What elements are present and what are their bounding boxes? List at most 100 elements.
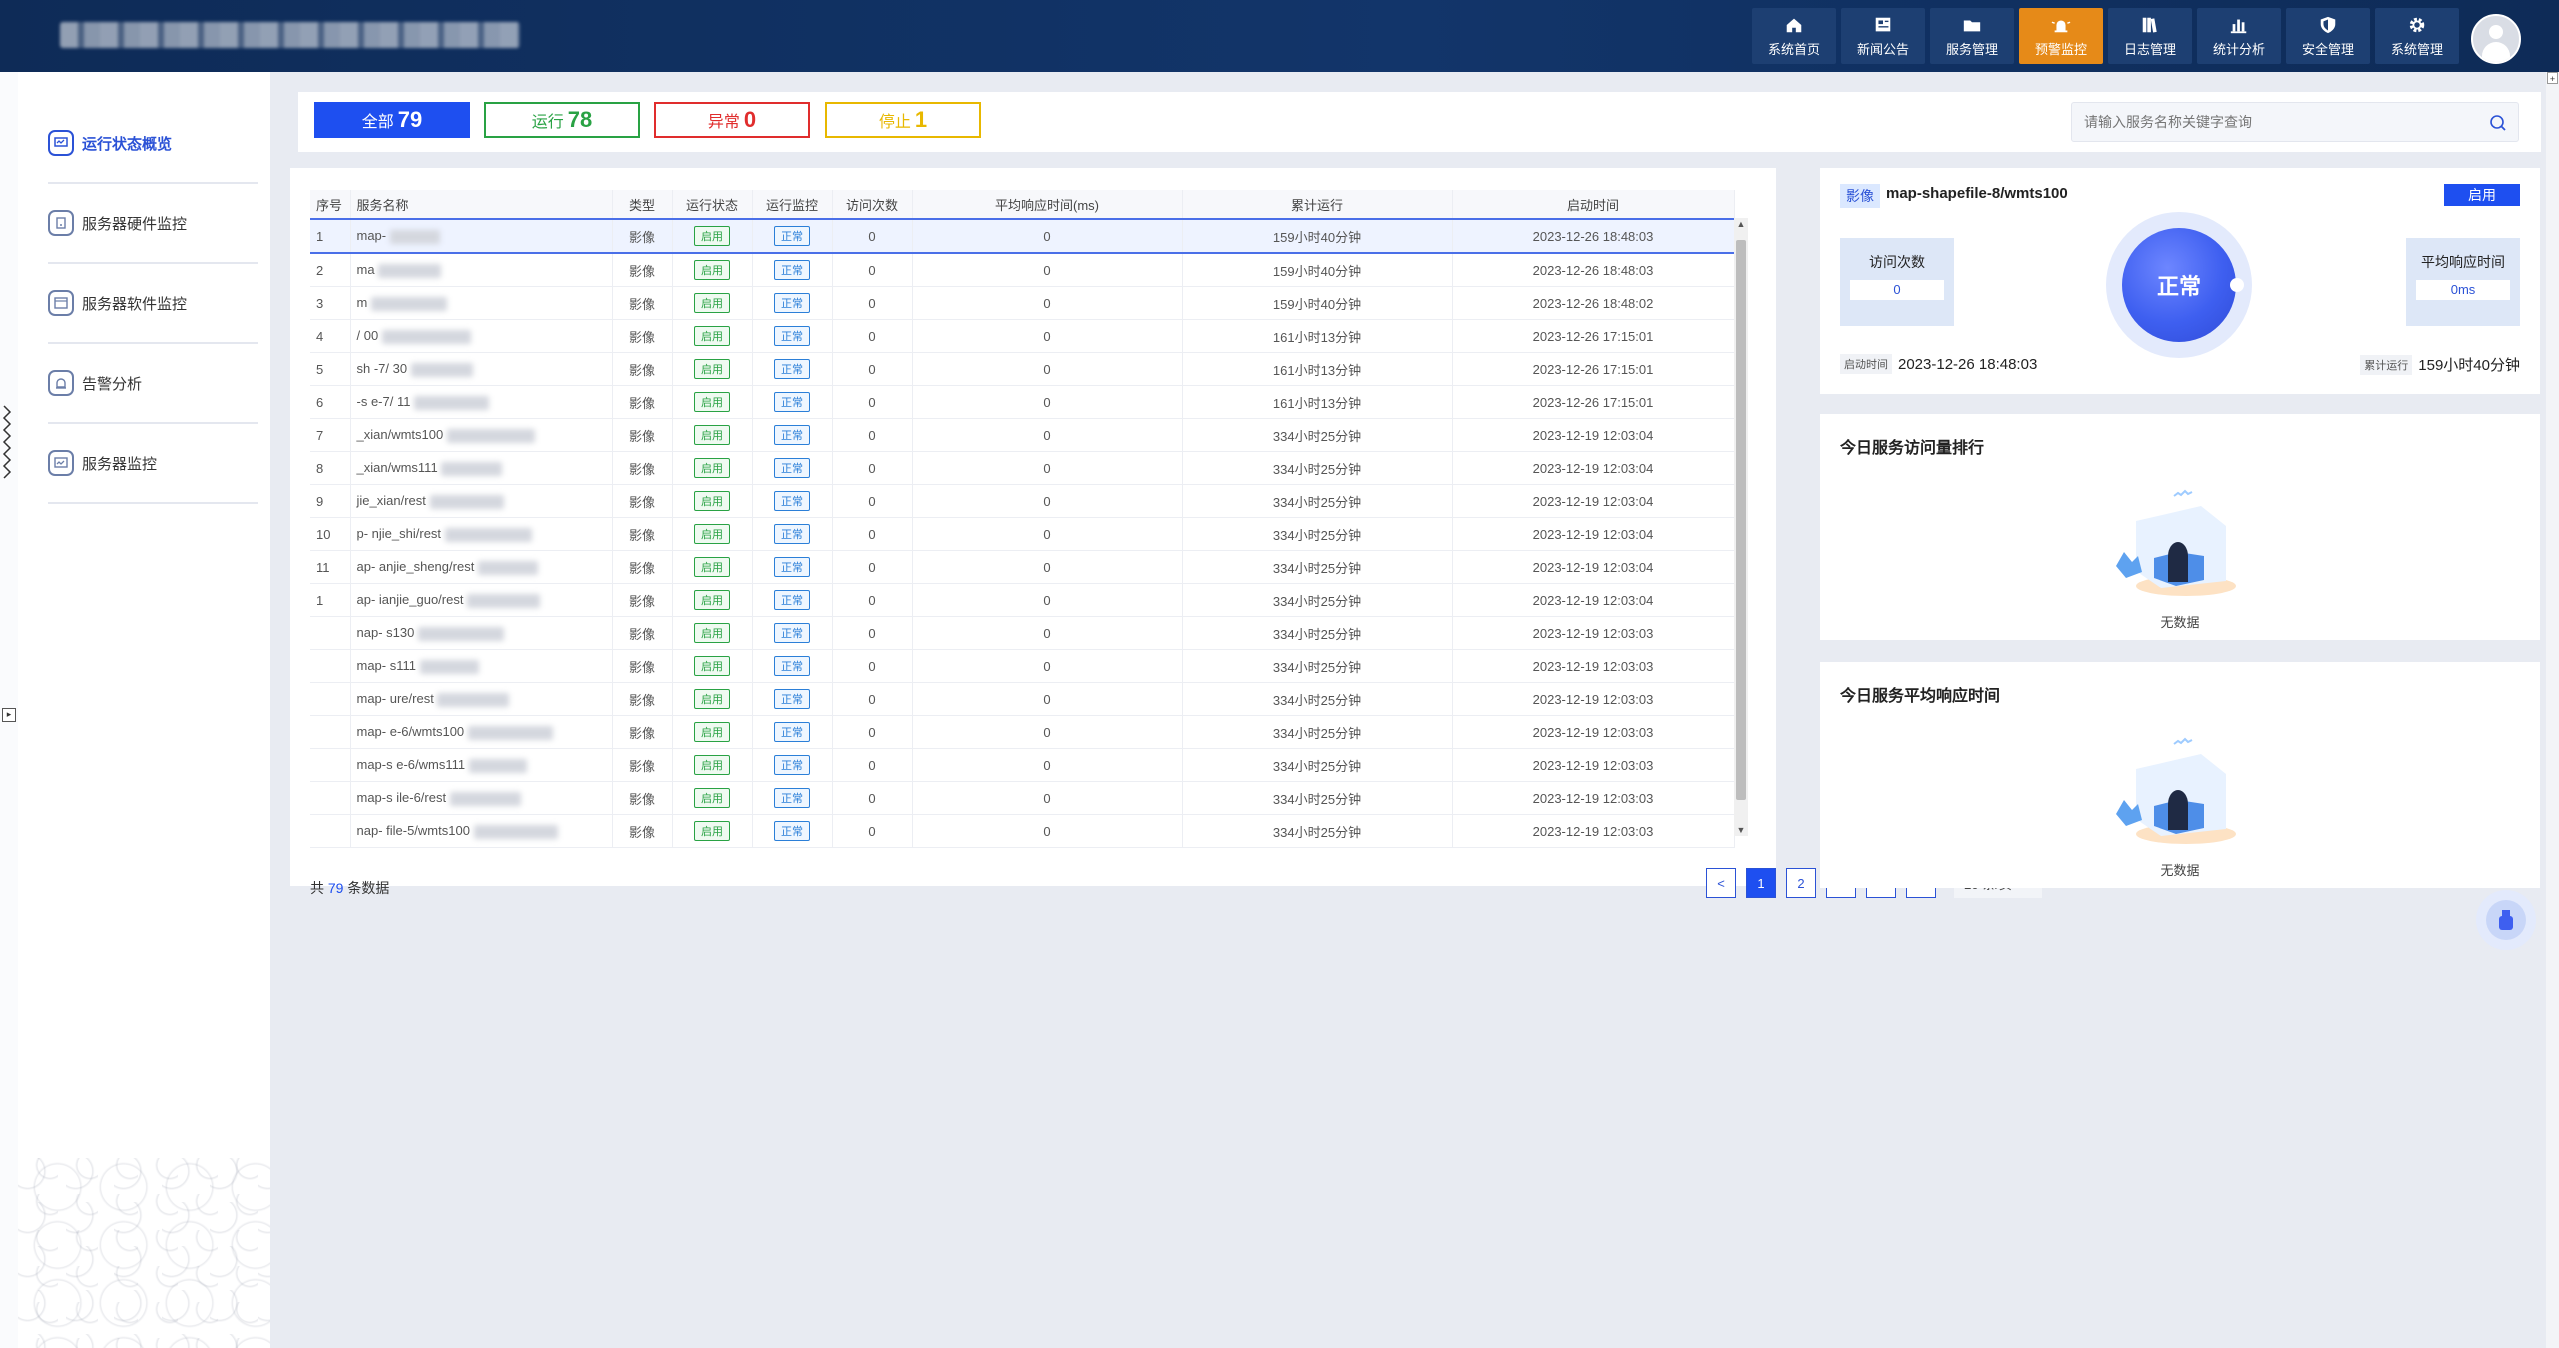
nav-item-7[interactable]: 系统管理 bbox=[2375, 8, 2459, 64]
table-row[interactable]: 1 map- 影像 启用 正常 0 0 159小时40分钟 2023-12-26 18:48:… bbox=[310, 218, 1735, 254]
enable-button[interactable]: 启用 bbox=[2444, 184, 2520, 206]
prev-page-button[interactable]: < bbox=[1706, 868, 1736, 898]
status-tag: 启用 bbox=[694, 458, 730, 478]
table-row[interactable]: 10 p- njie_shi/rest 影像 启用 正常 0 0 334小时25分钟 2023… bbox=[310, 517, 1735, 551]
table-row[interactable]: map- e-6/wmts100 影像 启用 正常 0 0 334小时25分钟 2023-1… bbox=[310, 715, 1735, 749]
nav-item-3[interactable]: 预警监控 bbox=[2019, 8, 2103, 64]
folder-icon bbox=[1963, 19, 1981, 31]
status-tag: 启用 bbox=[694, 557, 730, 577]
filter-error-button[interactable]: 异常 0 bbox=[654, 102, 810, 138]
cell-avg: 0 bbox=[912, 385, 1183, 419]
table-row[interactable]: 6 -s e-7/ 11 影像 启用 正常 0 0 161小时13分钟 2023-12-26 … bbox=[310, 385, 1735, 419]
table-row[interactable]: 8 _xian/wms111 影像 启用 正常 0 0 334小时25分钟 2023-12-1… bbox=[310, 451, 1735, 485]
sidebar-item-alarm[interactable]: 告警分析 bbox=[48, 344, 258, 424]
status-tag: 启用 bbox=[694, 623, 730, 643]
nav-item-1[interactable]: 新闻公告 bbox=[1841, 8, 1925, 64]
filter-all-button[interactable]: 全部 79 bbox=[314, 102, 470, 138]
drag-handle-icon[interactable] bbox=[2, 402, 12, 482]
table-row[interactable]: 9 jie_xian/rest 影像 启用 正常 0 0 334小时25分钟 2023-12-… bbox=[310, 484, 1735, 518]
nav-label: 统计分析 bbox=[2212, 41, 2265, 57]
page-button-2[interactable]: 2 bbox=[1786, 868, 1816, 898]
scroll-top-icon[interactable]: + bbox=[2547, 72, 2558, 84]
scroll-up-icon[interactable]: ▲ bbox=[1734, 218, 1748, 230]
cell-no bbox=[310, 781, 351, 815]
table-row[interactable]: nap- file-5/wmts100 影像 启用 正常 0 0 334小时25分钟 202… bbox=[310, 814, 1735, 848]
sidebar-item-software[interactable]: 服务器软件监控 bbox=[48, 264, 258, 344]
cell-avg: 0 bbox=[912, 484, 1183, 518]
scroll-down-icon[interactable]: ▼ bbox=[1734, 824, 1748, 836]
sidebar-item-server-monitor[interactable]: 服务器监控 bbox=[48, 424, 258, 504]
uptime: 累计运行 159小时40分钟 bbox=[2360, 354, 2520, 375]
cell-visits: 0 bbox=[832, 286, 913, 320]
cell-visits: 0 bbox=[832, 319, 913, 353]
nav-item-2[interactable]: 服务管理 bbox=[1930, 8, 2014, 64]
monitor-tag: 正常 bbox=[774, 293, 810, 313]
cell-visits: 0 bbox=[832, 583, 913, 617]
cell-name: sh -7/ 30 bbox=[350, 352, 613, 386]
cell-avg: 0 bbox=[912, 550, 1183, 584]
cell-no: 9 bbox=[310, 484, 351, 518]
cell-no bbox=[310, 649, 351, 683]
table-row[interactable]: 4/ 00 影像 启用 正常 0 0 161小时13分钟 2023-12-26 17:15:… bbox=[310, 319, 1735, 353]
cell-avg: 0 bbox=[912, 352, 1183, 386]
status-tag: 启用 bbox=[694, 722, 730, 742]
page-button-1[interactable]: 1 bbox=[1746, 868, 1776, 898]
table-row[interactable]: 7 _xian/wmts100 影像 启用 正常 0 0 334小时25分钟 2023-12-… bbox=[310, 418, 1735, 452]
search-icon[interactable] bbox=[2489, 114, 2507, 132]
filter-stopped-button[interactable]: 停止 1 bbox=[825, 102, 981, 138]
search-input[interactable] bbox=[2071, 102, 2519, 142]
monitor-tag: 正常 bbox=[774, 491, 810, 511]
nav-label: 安全管理 bbox=[2301, 41, 2354, 57]
col-start: 启动时间 bbox=[1452, 190, 1735, 220]
cell-name: / 00 bbox=[350, 319, 613, 353]
monitor-tag: 正常 bbox=[774, 656, 810, 676]
cell-visits: 0 bbox=[832, 218, 913, 254]
cell-no: 4 bbox=[310, 319, 351, 353]
nav-item-0[interactable]: 系统首页 bbox=[1752, 8, 1836, 64]
cell-uptime: 334小时25分钟 bbox=[1182, 814, 1453, 848]
cell-status: 启用 bbox=[672, 451, 753, 485]
page-scrollbar[interactable]: + bbox=[2546, 72, 2559, 1348]
floating-action-button[interactable] bbox=[2476, 890, 2536, 950]
cell-start: 2023-12-26 17:15:01 bbox=[1452, 352, 1735, 386]
nav-item-5[interactable]: 统计分析 bbox=[2197, 8, 2281, 64]
nav-item-6[interactable]: 安全管理 bbox=[2286, 8, 2370, 64]
scroll-thumb[interactable] bbox=[1736, 240, 1746, 800]
table-row[interactable]: map- s111 影像 启用 正常 0 0 334小时25分钟 2023-12-19 12… bbox=[310, 649, 1735, 683]
cell-type: 影像 bbox=[612, 451, 673, 485]
cell-uptime: 334小时25分钟 bbox=[1182, 451, 1453, 485]
table-row[interactable]: 3m 影像 启用 正常 0 0 159小时40分钟 2023-12-26 18:48:02 bbox=[310, 286, 1735, 320]
table-row[interactable]: nap- s130 影像 启用 正常 0 0 334小时25分钟 2023-12-19 12… bbox=[310, 616, 1735, 650]
filter-running-button[interactable]: 运行 78 bbox=[484, 102, 640, 138]
table-row[interactable]: map-s ile-6/rest 影像 启用 正常 0 0 334小时25分钟 2023-1… bbox=[310, 781, 1735, 815]
cell-no: 3 bbox=[310, 286, 351, 320]
cell-status: 启用 bbox=[672, 550, 753, 584]
cell-visits: 0 bbox=[832, 451, 913, 485]
sidebar-item-overview[interactable]: 运行状态概览 bbox=[48, 104, 258, 184]
cell-start: 2023-12-19 12:03:04 bbox=[1452, 583, 1735, 617]
nav-item-4[interactable]: 日志管理 bbox=[2108, 8, 2192, 64]
empty-text: 无数据 bbox=[2160, 863, 2200, 878]
cell-uptime: 334小时25分钟 bbox=[1182, 649, 1453, 683]
cell-monitor: 正常 bbox=[752, 352, 833, 386]
cell-status: 启用 bbox=[672, 583, 753, 617]
table-row[interactable]: 1 ap- ianjie_guo/rest 影像 启用 正常 0 0 334小时25分钟 20… bbox=[310, 583, 1735, 617]
sidebar-item-hardware[interactable]: 服务器硬件监控 bbox=[48, 184, 258, 264]
status-tag: 启用 bbox=[694, 293, 730, 313]
cell-name: m bbox=[350, 286, 613, 320]
table-row[interactable]: 11 ap- anjie_sheng/rest 影像 启用 正常 0 0 334小时25分钟… bbox=[310, 550, 1735, 584]
cell-uptime: 334小时25分钟 bbox=[1182, 517, 1453, 551]
table-row[interactable]: map-s e-6/wms111 影像 启用 正常 0 0 334小时25分钟 2023-1… bbox=[310, 748, 1735, 782]
cell-avg: 0 bbox=[912, 253, 1183, 287]
table-scrollbar[interactable]: ▲ ▼ bbox=[1734, 218, 1748, 836]
expand-toggle-icon[interactable]: ▸ bbox=[2, 708, 16, 722]
monitor-tag: 正常 bbox=[774, 458, 810, 478]
table-row[interactable]: 5 sh -7/ 30 影像 启用 正常 0 0 161小时13分钟 2023-12-26 1… bbox=[310, 352, 1735, 386]
cell-name: _xian/wms111 bbox=[350, 451, 613, 485]
cell-name: ap- ianjie_guo/rest bbox=[350, 583, 613, 617]
cell-start: 2023-12-19 12:03:03 bbox=[1452, 682, 1735, 716]
service-table-panel: 序号 服务名称 类型 运行状态 运行监控 访问次数 平均响应时间(ms) 累计运… bbox=[290, 168, 2042, 898]
table-row[interactable]: 2 ma 影像 启用 正常 0 0 159小时40分钟 2023-12-26 18:48:03 bbox=[310, 253, 1735, 287]
table-row[interactable]: map- ure/rest 影像 启用 正常 0 0 334小时25分钟 2023-12-1… bbox=[310, 682, 1735, 716]
user-avatar[interactable] bbox=[2471, 14, 2521, 64]
